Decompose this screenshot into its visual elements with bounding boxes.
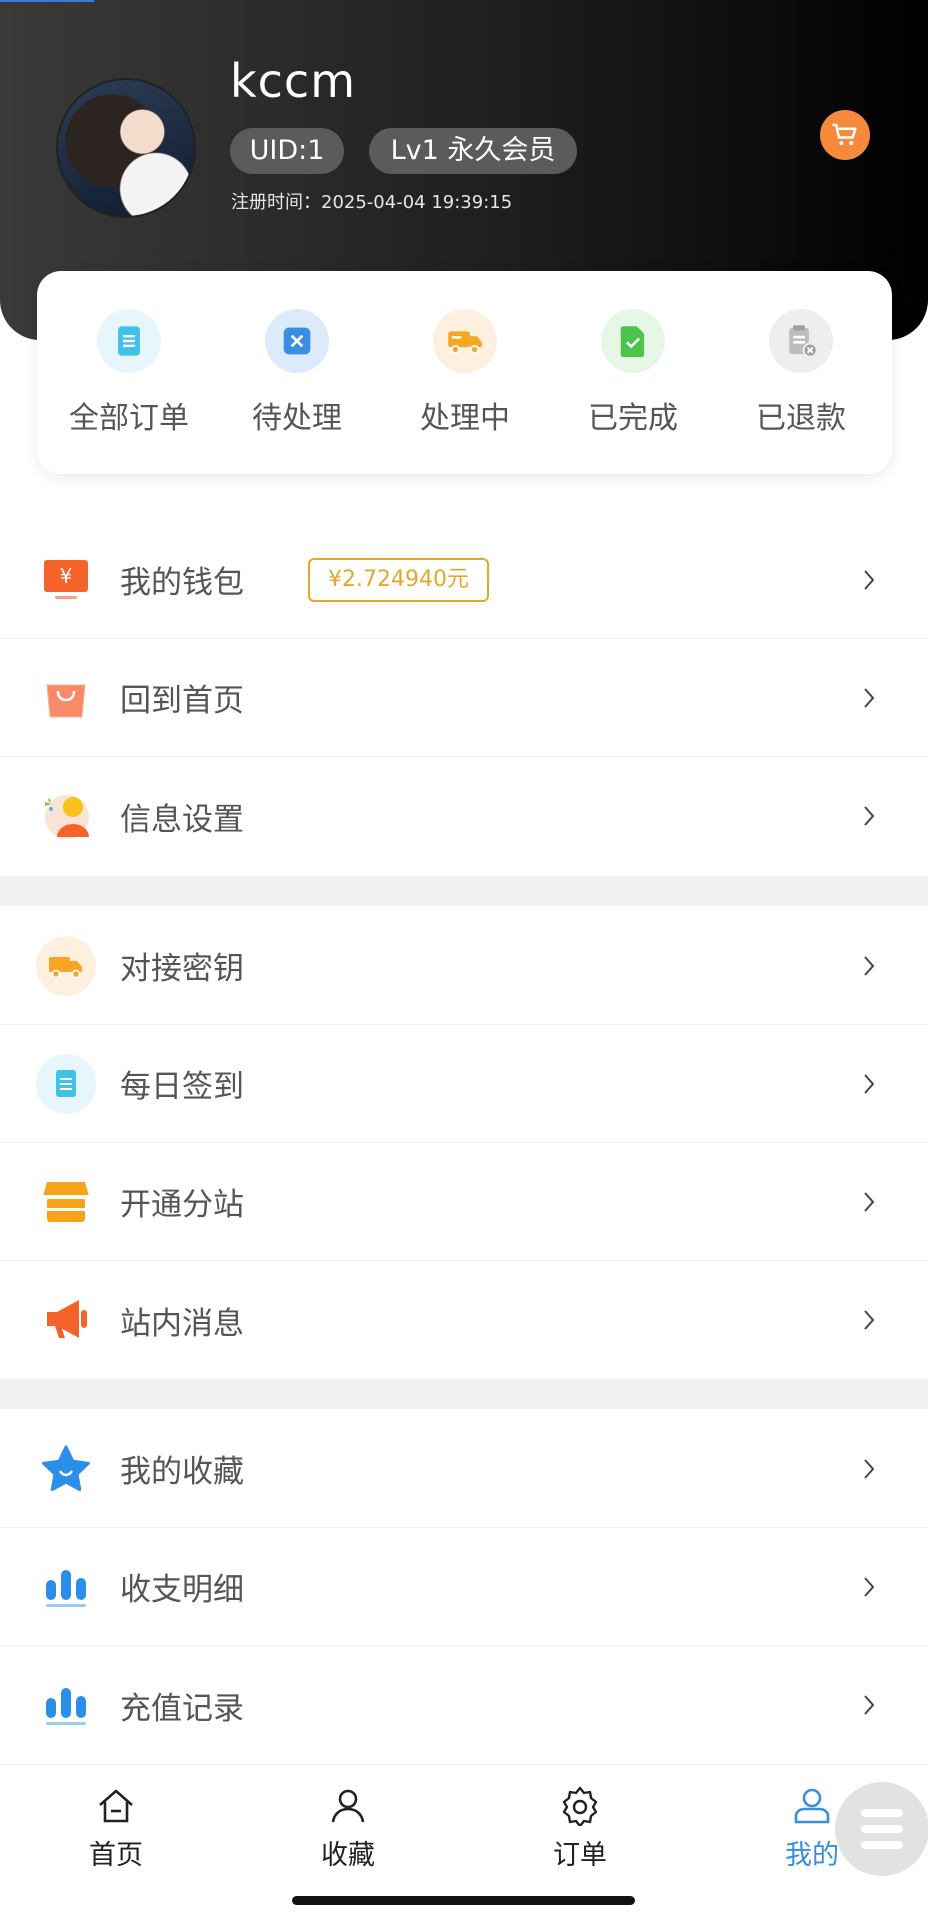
chevron-right-icon — [864, 1695, 875, 1715]
menu-item-favorites[interactable]: 我的收藏 — [0, 1410, 928, 1528]
chevron-right-icon — [864, 1191, 875, 1212]
section-divider — [0, 876, 928, 906]
megaphone-icon — [36, 1290, 96, 1350]
chevron-right-icon — [864, 1310, 875, 1330]
order-processing-label: 处理中 — [420, 401, 510, 436]
order-processing[interactable]: 处理中 — [390, 309, 540, 437]
order-status-card: 全部订单 待处理 处理中 已完成 已退款 — [37, 271, 892, 474]
document-icon — [36, 1053, 96, 1114]
menu-item-wallet[interactable]: ¥ 我的钱包 ¥2.724940元 — [0, 521, 928, 639]
truck-icon — [433, 309, 497, 373]
menu-item-recharge-records[interactable]: 充值记录 — [0, 1646, 928, 1764]
chevron-right-icon — [864, 1073, 875, 1094]
avatar[interactable] — [56, 78, 196, 218]
nav-tab-home[interactable]: 首页 — [66, 1785, 166, 1872]
home-indicator — [292, 1896, 635, 1905]
menu-label-checkin: 每日签到 — [120, 1069, 244, 1105]
top-accent-bar — [0, 0, 94, 2]
user-icon — [298, 1785, 398, 1827]
check-file-icon — [601, 309, 665, 373]
order-refunded[interactable]: 已退款 — [726, 309, 876, 437]
chevron-right-icon — [864, 955, 875, 976]
refund-icon — [769, 309, 833, 373]
shopping-bag-icon — [36, 668, 96, 728]
chevron-right-icon — [864, 806, 875, 826]
cart-button[interactable] — [820, 110, 870, 160]
menu-item-checkin[interactable]: 每日签到 — [0, 1025, 928, 1143]
chevron-right-icon — [864, 1458, 875, 1479]
nav-label-home: 首页 — [89, 1840, 143, 1871]
menu-line-icon — [861, 1809, 903, 1817]
menu-label-home: 回到首页 — [120, 683, 244, 719]
menu-item-api-key[interactable]: 对接密钥 — [0, 907, 928, 1025]
menu-label-wallet: 我的钱包 — [120, 565, 244, 601]
chevron-right-icon — [864, 687, 875, 708]
home-icon — [66, 1785, 166, 1827]
wallet-icon: ¥ — [36, 550, 96, 610]
order-all-label: 全部订单 — [69, 401, 189, 436]
menu-group-records: 我的收藏 收支明细 充值记录 — [0, 1410, 928, 1764]
menu-label-favorites: 我的收藏 — [120, 1454, 244, 1490]
cart-icon — [832, 123, 857, 146]
menu-line-icon — [861, 1841, 903, 1849]
menu-label-substation: 开通分站 — [120, 1187, 244, 1223]
chevron-right-icon — [864, 569, 875, 590]
nav-label-favorites: 收藏 — [321, 1840, 375, 1871]
order-all[interactable]: 全部订单 — [54, 309, 204, 437]
menu-item-substation[interactable]: 开通分站 — [0, 1143, 928, 1261]
menu-group-services: 对接密钥 每日签到 开通分站 站内消息 — [0, 907, 928, 1379]
gear-icon — [530, 1785, 630, 1827]
register-time: 注册时间：2025-04-04 19:39:15 — [231, 192, 513, 213]
menu-label-messages: 站内消息 — [120, 1305, 244, 1342]
document-icon — [97, 309, 161, 373]
floating-menu-button[interactable] — [835, 1782, 928, 1876]
member-level-badge: Lv1 永久会员 — [369, 128, 577, 174]
truck-icon — [36, 935, 96, 996]
order-completed[interactable]: 已完成 — [558, 309, 708, 437]
uid-badge: UID:1 — [230, 128, 344, 174]
menu-line-icon — [861, 1825, 903, 1833]
order-refunded-label: 已退款 — [756, 401, 846, 436]
menu-item-home[interactable]: 回到首页 — [0, 639, 928, 757]
svg-text:¥: ¥ — [60, 564, 73, 588]
wallet-balance-badge: ¥2.724940元 — [308, 557, 489, 602]
username: kccm — [230, 54, 357, 108]
chevron-right-icon — [864, 1576, 875, 1597]
bar-chart-icon — [36, 1557, 96, 1617]
section-divider — [0, 1379, 928, 1409]
menu-item-income-expense[interactable]: 收支明细 — [0, 1528, 928, 1646]
menu-label-recharge-records: 充值记录 — [120, 1690, 244, 1727]
store-icon — [36, 1172, 96, 1232]
order-pending[interactable]: 待处理 — [222, 309, 372, 437]
user-settings-icon — [36, 786, 96, 846]
menu-label-settings: 信息设置 — [120, 801, 244, 838]
menu-label-income-expense: 收支明细 — [120, 1572, 244, 1608]
menu-item-messages[interactable]: 站内消息 — [0, 1261, 928, 1379]
nav-label-orders: 订单 — [553, 1840, 607, 1871]
bar-chart-icon — [36, 1675, 96, 1735]
order-pending-label: 待处理 — [252, 401, 342, 436]
star-icon — [36, 1439, 96, 1499]
nav-tab-orders[interactable]: 订单 — [530, 1785, 630, 1872]
menu-item-settings[interactable]: 信息设置 — [0, 757, 928, 875]
order-completed-label: 已完成 — [588, 401, 678, 436]
menu-label-api-key: 对接密钥 — [120, 951, 244, 987]
menu-group-account: ¥ 我的钱包 ¥2.724940元 回到首页 信息设置 — [0, 521, 928, 875]
nav-tab-favorites[interactable]: 收藏 — [298, 1785, 398, 1872]
pending-x-icon — [265, 309, 329, 373]
